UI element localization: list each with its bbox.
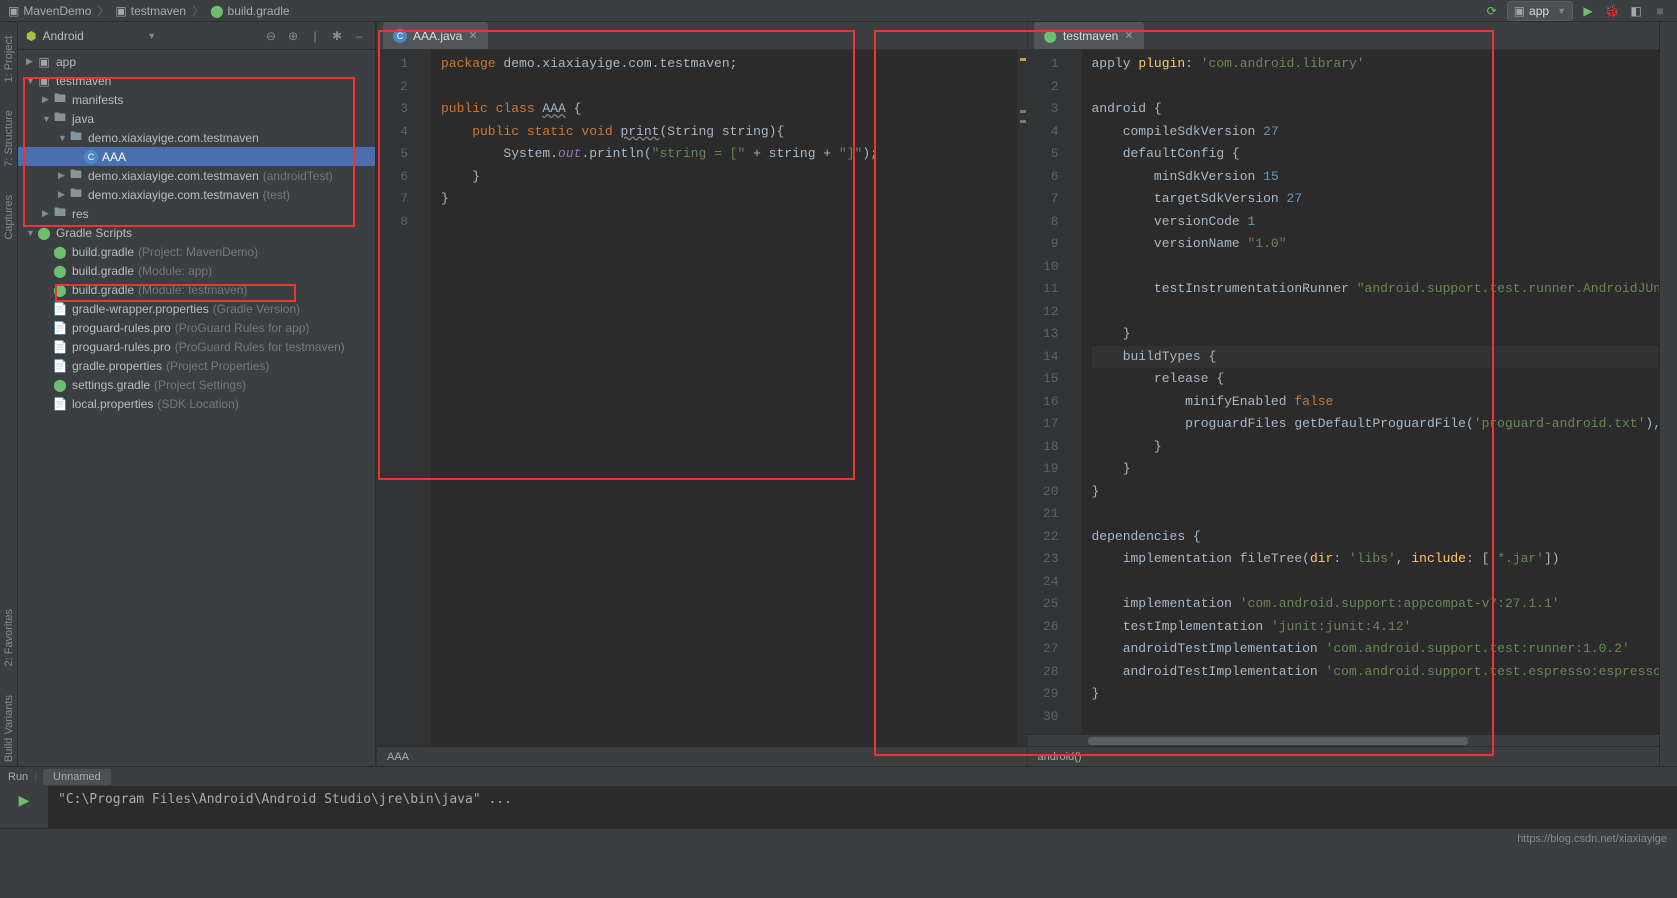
chevron-right-icon: 〉 [97,2,109,19]
tree-node-local-props[interactable]: 📄local.properties(SDK Location) [18,394,375,413]
editor-pane-left: C AAA.java ✕ 12345678 package demo.xiaxi… [376,22,1027,766]
code-editor-right[interactable]: apply plugin: 'com.android.library' andr… [1082,50,1668,734]
tree-node-settings-gradle[interactable]: ⬤settings.gradle(Project Settings) [18,375,375,394]
tree-node-proguard-app[interactable]: 📄proguard-rules.pro(ProGuard Rules for a… [18,318,375,337]
tool-project[interactable]: 1: Project [3,32,15,86]
run-config-selector[interactable]: ▣app▼ [1507,1,1573,21]
stop-icon[interactable]: ■ [1651,2,1669,20]
left-tool-strip: 1: Project 7: Structure Captures 2: Favo… [0,22,18,766]
tool-favorites[interactable]: 2: Favorites [3,605,15,670]
close-icon[interactable]: ✕ [468,29,477,42]
tree-node-bg-project[interactable]: ⬤build.gradle(Project: MavenDemo) [18,242,375,261]
tree-node-manifests[interactable]: ▶🖿manifests [18,90,375,109]
gradle-icon: ⬤ [1044,29,1057,43]
hide-icon[interactable]: – [351,28,367,44]
error-stripe[interactable] [1017,50,1027,746]
right-tool-strip [1659,22,1677,766]
editor-pane-right: ⬤ testmaven ✕ 12345678910111213141516171… [1027,22,1677,766]
tree-node-gradle-scripts[interactable]: ▼⬤Gradle Scripts [18,223,375,242]
navigation-bar: ▣MavenDemo 〉 ▣testmaven 〉 ⬤build.gradle … [0,0,1677,22]
class-icon: C [84,150,98,164]
tab-aaa-java[interactable]: C AAA.java ✕ [383,22,488,49]
project-panel-header: ⬢ Android ▼ ⊖ ⊕ | ✱ – [18,22,375,50]
tree-node-bg-app[interactable]: ⬤build.gradle(Module: app) [18,261,375,280]
close-icon[interactable]: ✕ [1124,29,1133,42]
chevron-down-icon[interactable]: ▼ [147,31,156,41]
fold-gutter[interactable] [1068,50,1082,734]
panel-title[interactable]: Android [42,29,137,43]
breadcrumb-file[interactable]: ⬤build.gradle [210,4,289,18]
fold-gutter[interactable] [417,50,431,746]
run-icon[interactable]: ▶ [1579,2,1597,20]
breadcrumb-module[interactable]: ▣testmaven [115,4,186,18]
tree-node-proguard-tm[interactable]: 📄proguard-rules.pro(ProGuard Rules for t… [18,337,375,356]
tab-label: testmaven [1063,29,1118,43]
tree-node-java[interactable]: ▼🖿java [18,109,375,128]
tool-captures[interactable]: Captures [3,191,15,244]
editor-tabs-left: C AAA.java ✕ [377,22,1027,50]
run-config-tab[interactable]: Unnamed [43,769,111,785]
project-tool-window: ⬢ Android ▼ ⊖ ⊕ | ✱ – ▶▣app ▼▣testmaven … [18,22,376,766]
watermark-url: https://blog.csdn.net/xiaxiayige [1517,833,1667,845]
run-icon[interactable]: ▶ [19,792,30,809]
tab-testmaven[interactable]: ⬤ testmaven ✕ [1034,22,1144,49]
code-editor-left[interactable]: package demo.xiaxiayige.com.testmaven; p… [431,50,1017,746]
tab-label: AAA.java [413,29,462,43]
tree-node-pkg-androidtest[interactable]: ▶🖿demo.xiaxiayige.com.testmaven(androidT… [18,166,375,185]
chevron-right-icon: 〉 [192,2,204,19]
breadcrumb-root[interactable]: ▣MavenDemo [8,4,91,18]
tree-node-app[interactable]: ▶▣app [18,52,375,71]
collapse-icon[interactable]: ⊖ [263,28,279,44]
run-console: ▶ "C:\Program Files\Android\Android Stud… [0,786,1677,828]
tree-node-aaa[interactable]: CAAA [18,147,375,166]
tool-structure[interactable]: 7: Structure [3,106,15,171]
sync-icon[interactable]: ⟳ [1483,2,1501,20]
tree-node-bg-testmaven[interactable]: ⬤build.gradle(Module: testmaven) [18,280,375,299]
profile-icon[interactable]: ◧ [1627,2,1645,20]
gear-icon[interactable]: ✱ [329,28,345,44]
tree-node-gradle-wrapper[interactable]: 📄gradle-wrapper.properties(Gradle Versio… [18,299,375,318]
line-gutter[interactable]: 1234567891011121314151617181920212223242… [1028,50,1068,734]
run-tab[interactable]: Run [8,771,28,783]
tree-node-gradle-props[interactable]: 📄gradle.properties(Project Properties) [18,356,375,375]
project-tree[interactable]: ▶▣app ▼▣testmaven ▶🖿manifests ▼🖿java ▼🖿d… [18,50,375,766]
tree-node-pkg-main[interactable]: ▼🖿demo.xiaxiayige.com.testmaven [18,128,375,147]
editor-tabs-right: ⬤ testmaven ✕ [1028,22,1677,50]
divider-icon: | [307,28,323,44]
run-toolbar: ▶ [0,786,48,828]
tree-node-testmaven[interactable]: ▼▣testmaven [18,71,375,90]
tree-node-pkg-test[interactable]: ▶🖿demo.xiaxiayige.com.testmaven(test) [18,185,375,204]
target-icon[interactable]: ⊕ [285,28,301,44]
tree-node-res[interactable]: ▶🖿res [18,204,375,223]
class-icon: C [393,29,407,43]
debug-icon[interactable]: 🐞 [1603,2,1621,20]
android-icon: ⬢ [26,29,36,43]
console-output[interactable]: "C:\Program Files\Android\Android Studio… [48,786,1677,828]
tool-build-variants[interactable]: Build Variants [3,691,15,766]
horizontal-scrollbar[interactable] [1028,734,1677,746]
breadcrumb-bar-right[interactable]: android() [1028,746,1677,766]
line-gutter[interactable]: 12345678 [377,50,417,746]
status-bar: https://blog.csdn.net/xiaxiayige [0,828,1677,848]
run-tool-header: Run | Unnamed [0,766,1677,786]
breadcrumb-bar-left[interactable]: AAA [377,746,1027,766]
